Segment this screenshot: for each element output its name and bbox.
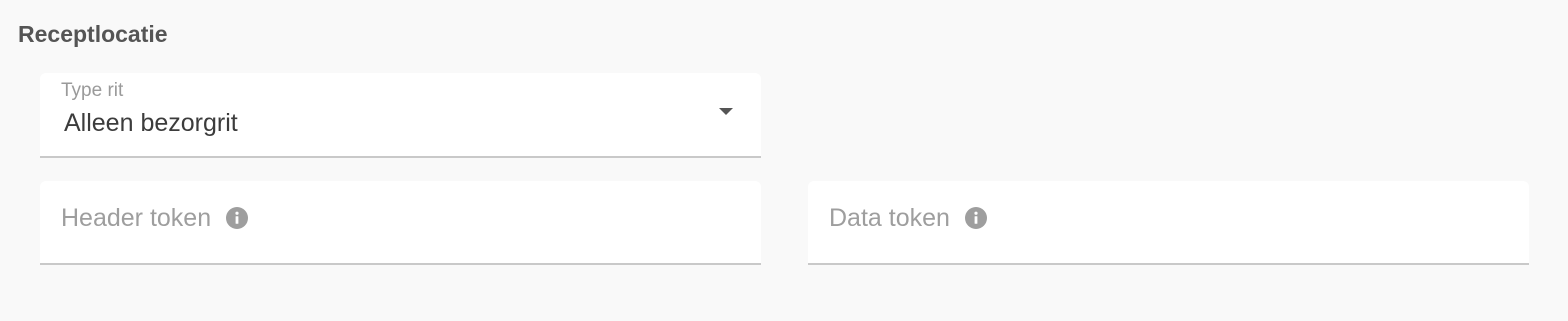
data-token-placeholder-row: Data token (829, 202, 987, 234)
receptlocatie-section: Receptlocatie Type rit Alleen bezorgrit … (0, 0, 1568, 321)
info-icon[interactable] (226, 207, 249, 229)
trip-type-label: Type rit (61, 80, 124, 101)
info-icon[interactable] (964, 207, 987, 229)
header-token-placeholder-row: Header token (61, 202, 249, 234)
data-token-placeholder: Data token (829, 204, 950, 232)
header-token-field[interactable]: Header token (40, 181, 761, 265)
trip-type-value: Alleen bezorgrit (64, 109, 238, 137)
trip-type-select[interactable]: Type rit Alleen bezorgrit (40, 73, 761, 158)
section-title: Receptlocatie (18, 21, 168, 47)
data-token-field[interactable]: Data token (808, 181, 1529, 265)
header-token-placeholder: Header token (61, 204, 212, 232)
chevron-down-icon[interactable] (719, 108, 733, 115)
